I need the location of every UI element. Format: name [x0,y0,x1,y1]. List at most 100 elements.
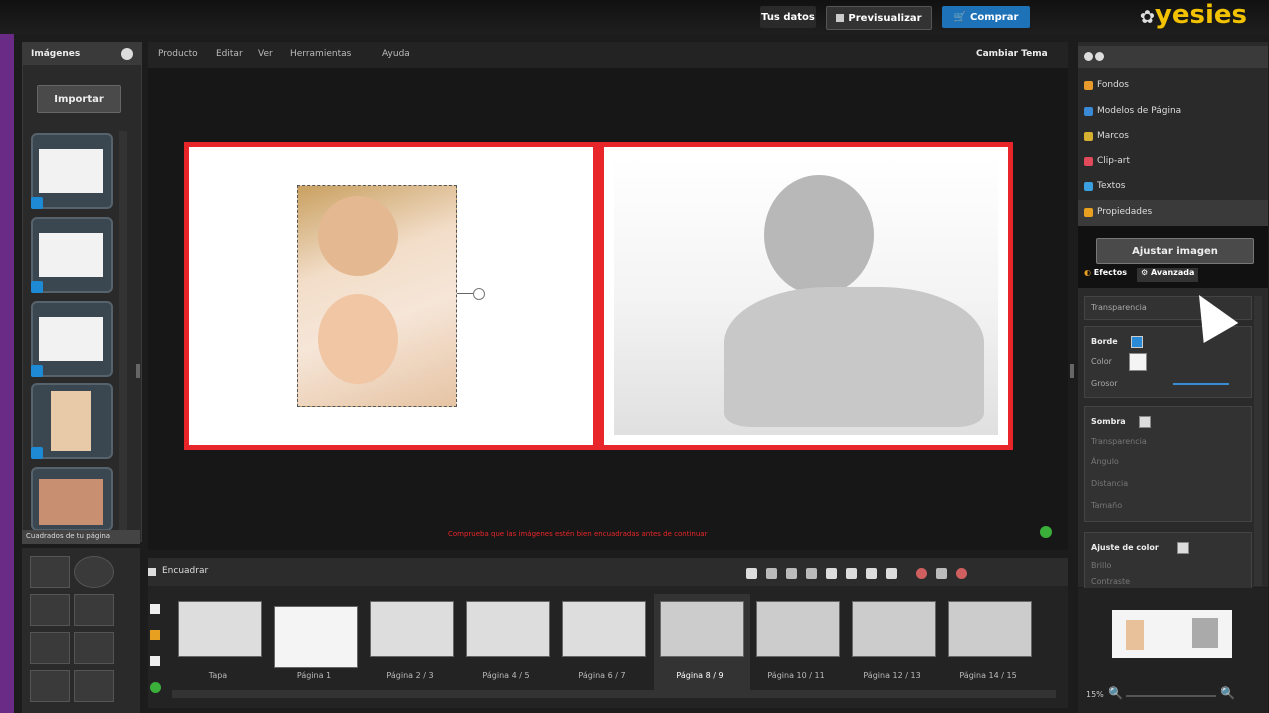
left-edge-strip [0,34,14,713]
images-panel: Imágenes Importar [22,42,142,542]
sombra-angulo: Ángulo [1091,457,1119,466]
left-page[interactable] [184,142,598,450]
fit-icon[interactable] [936,568,947,579]
sombra-checkbox[interactable] [1139,416,1151,428]
left-collapse-handle[interactable] [136,364,140,378]
transparencia-label: Transparencia [1091,303,1147,312]
images-scrollbar[interactable] [119,131,127,531]
page-thumb-8-9[interactable] [660,601,744,657]
menu-editar[interactable]: Editar [216,49,243,59]
comprar-button[interactable]: 🛒 Comprar [942,6,1030,28]
menu-ayuda[interactable]: Ayuda [382,49,410,59]
send-backward-icon[interactable] [846,568,857,579]
align-left-icon[interactable] [746,568,757,579]
add-page-icon[interactable] [150,682,161,693]
ajuste-color-checkbox[interactable] [1177,542,1189,554]
menu-ver[interactable]: Ver [258,49,273,59]
efectos-label: Efectos [1093,268,1127,277]
photo-baby-bw[interactable] [614,157,998,435]
shape-square[interactable] [30,556,70,588]
shape-flower[interactable] [30,670,70,702]
page-thumb-14-15[interactable] [948,601,1032,657]
previsualizar-button[interactable]: Previsualizar [826,6,932,30]
image-thumbnail[interactable] [31,217,113,293]
photo-baby-head [764,175,874,295]
avanzada-label: Avanzada [1150,268,1195,277]
spread-preview[interactable] [1112,610,1232,658]
rotate-handle[interactable] [473,288,485,300]
fondos-label: Fondos [1097,80,1129,90]
folder-icon[interactable] [150,630,160,640]
page-thumb-1[interactable] [274,606,358,668]
menu-fondos[interactable]: Fondos [1084,80,1129,90]
page-thumb-12-13[interactable] [852,601,936,657]
borde-checkbox[interactable] [1131,336,1143,348]
tab-avanzada[interactable]: ⚙ Avanzada [1136,268,1199,282]
shape-pentagon[interactable] [74,594,114,626]
zoom-in-tool-icon[interactable] [956,568,967,579]
rotate-left-icon[interactable] [786,568,797,579]
menu-producto[interactable]: Producto [158,49,198,59]
bring-forward-icon[interactable] [826,568,837,579]
layer-icon[interactable] [866,568,877,579]
menu-propiedades[interactable]: Propiedades [1078,200,1268,226]
zoom-out-icon[interactable]: 🔍 [1108,686,1123,700]
image-thumbnail[interactable] [31,133,113,209]
shape-badge[interactable] [74,670,114,702]
image-thumbnail[interactable] [31,383,113,459]
propiedades-icon [1084,207,1093,217]
zoom-slider[interactable] [1126,695,1216,697]
page-thumb-2-3[interactable] [370,601,454,657]
shape-star-burst[interactable] [74,632,114,664]
collapse-icon[interactable] [1084,52,1093,61]
close-panel-icon[interactable] [121,48,133,60]
page-icon[interactable] [150,656,160,666]
rainbow-icon: ◐ [1084,268,1091,277]
page-thumb-10-11[interactable] [756,601,840,657]
ajustar-imagen-button[interactable]: Ajustar imagen [1096,238,1254,264]
color-swatch[interactable] [1129,353,1147,371]
main-menu: Producto Editar Ver Herramientas Ayuda C… [148,42,1068,68]
photo-frame-selected[interactable] [297,185,457,407]
zoom-in-icon[interactable]: 🔍 [1220,686,1235,700]
sombra-distancia: Distancia [1091,479,1129,488]
page-thumb-tapa[interactable] [178,601,262,657]
menu-marcos[interactable]: Marcos [1084,131,1129,141]
shape-circle[interactable] [74,556,114,588]
right-page[interactable] [598,142,1013,450]
tools-panel: Fondos Modelos de Página Marcos Clip-art… [1078,42,1268,589]
properties-scrollbar[interactable] [1254,296,1262,586]
tus-datos-button[interactable]: Tus datos [760,6,816,28]
shape-star[interactable] [30,632,70,664]
align-top-icon[interactable] [766,568,777,579]
tab-efectos[interactable]: ◐ Efectos [1084,268,1127,282]
image-thumbnail[interactable] [31,467,113,531]
page-label-8-9: Página 8 / 9 [676,671,724,680]
right-collapse-handle[interactable] [1070,364,1074,378]
rotate-right-icon[interactable] [806,568,817,579]
importar-button[interactable]: Importar [37,85,121,113]
image-thumbnail[interactable] [31,301,113,377]
pages-scrollbar[interactable] [172,690,1056,698]
menu-clipart[interactable]: Clip-art [1084,156,1130,166]
copy-icon[interactable] [150,604,160,614]
page-thumb-6-7[interactable] [562,601,646,657]
menu-modelos[interactable]: Modelos de Página [1084,106,1181,116]
page-label-1: Página 1 [296,671,332,680]
warning-text: Comprueba que las imágenes estén bien en… [448,530,708,538]
encuadrar-checkbox[interactable] [148,568,156,576]
menu-herramientas[interactable]: Herramientas [290,49,351,59]
grosor-slider[interactable] [1173,383,1229,385]
zoom-out-tool-icon[interactable] [916,568,927,579]
page-label-tapa: Tapa [208,671,228,680]
logo-text: yesies [1154,0,1247,30]
page-thumb-4-5[interactable] [466,601,550,657]
cambiar-tema-button[interactable]: Cambiar Tema [976,49,1048,59]
thumbnail-image [39,233,103,277]
expand-icon[interactable] [1095,52,1104,61]
duplicate-icon[interactable] [886,568,897,579]
menu-textos[interactable]: Textos [1084,181,1125,191]
shape-rounded-rect[interactable] [30,594,70,626]
color-label: Color [1091,357,1112,366]
border-section: Borde Color Grosor [1084,326,1252,398]
